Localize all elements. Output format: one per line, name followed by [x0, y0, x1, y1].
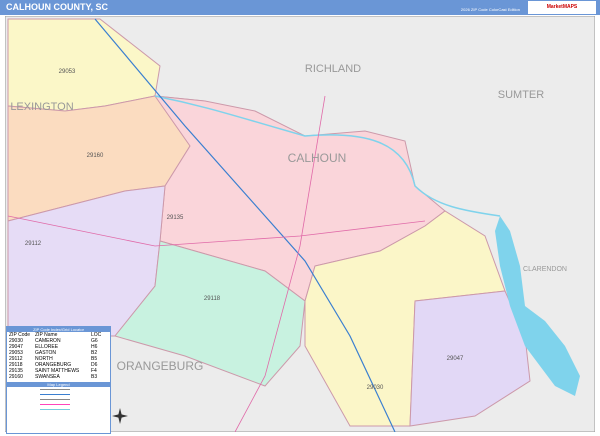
- legend-cell: 29160: [9, 374, 23, 380]
- map-title: CALHOUN COUNTY, SC: [6, 2, 109, 12]
- county-label-calhoun: CALHOUN: [288, 151, 347, 165]
- legend-cell: SWANSEA: [35, 374, 60, 380]
- zip-label: 29047: [447, 356, 464, 362]
- zip-legend: ZIP Code Index/Grid Locator ZIP Code ZIP …: [6, 326, 111, 434]
- zip-label: 29135: [167, 215, 184, 221]
- brand-logo: MarketMAPS: [528, 1, 596, 14]
- zip-label: 29112: [25, 241, 42, 247]
- legend-cell: B3: [91, 374, 98, 380]
- county-label-orangeburg: ORANGEBURG: [117, 359, 204, 373]
- key-line: [7, 407, 110, 412]
- county-label-clarendon: CLARENDON: [523, 266, 567, 273]
- zip-label: 29053: [59, 69, 76, 75]
- legend-row: 29160 SWANSEA B3: [7, 374, 110, 380]
- zip-label: 29118: [204, 296, 221, 302]
- zip-label: 29160: [87, 153, 104, 159]
- county-label-lexington: LEXINGTON: [10, 101, 73, 113]
- edition-subtitle: 2026 ZIP Code ColorCast Edition: [460, 7, 520, 12]
- county-label-richland: RICHLAND: [305, 63, 361, 75]
- zip-label: 29030: [367, 385, 384, 391]
- county-label-sumter: SUMTER: [498, 89, 545, 101]
- header-bar: CALHOUN COUNTY, SC 2026 ZIP Code ColorCa…: [0, 0, 600, 15]
